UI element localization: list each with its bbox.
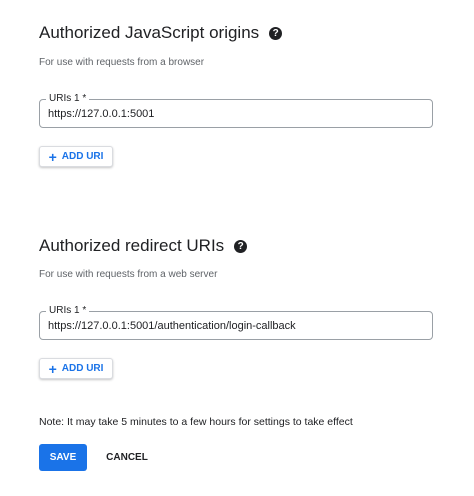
plus-icon: +	[48, 148, 57, 165]
help-icon[interactable]: ?	[234, 239, 248, 253]
redirect-uris-title: Authorized redirect URIs	[39, 236, 225, 255]
js-origin-uri-input[interactable]: https://127.0.0.1:5001	[48, 107, 154, 121]
redirect-uri-field[interactable]: URIs 1 * https://127.0.0.1:5001/authenti…	[39, 305, 433, 340]
redirect-uri-label: URIs 1 *	[46, 305, 90, 317]
plus-icon: +	[48, 360, 57, 377]
help-icon[interactable]: ?	[269, 26, 283, 40]
cancel-button[interactable]: CANCEL	[96, 444, 158, 471]
add-uri-label: ADD URI	[61, 363, 104, 374]
redirect-uris-subtitle: For use with requests from a web server	[39, 269, 218, 280]
settings-note: Note: It may take 5 minutes to a few hou…	[39, 416, 353, 428]
js-origin-uri-field[interactable]: URIs 1 * https://127.0.0.1:5001	[39, 93, 433, 128]
js-origins-title-row: Authorized JavaScript origins ?	[39, 23, 283, 43]
js-origin-uri-label: URIs 1 *	[46, 93, 90, 105]
add-uri-label: ADD URI	[61, 151, 104, 162]
save-button[interactable]: SAVE	[39, 444, 87, 471]
js-origins-title: Authorized JavaScript origins	[39, 23, 260, 42]
redirect-uris-title-row: Authorized redirect URIs ?	[39, 236, 248, 256]
js-origins-subtitle: For use with requests from a browser	[39, 57, 205, 68]
redirect-uri-input[interactable]: https://127.0.0.1:5001/authentication/lo…	[48, 319, 296, 333]
add-js-origin-uri-button[interactable]: + ADD URI	[39, 146, 113, 167]
add-redirect-uri-button[interactable]: + ADD URI	[39, 358, 113, 379]
